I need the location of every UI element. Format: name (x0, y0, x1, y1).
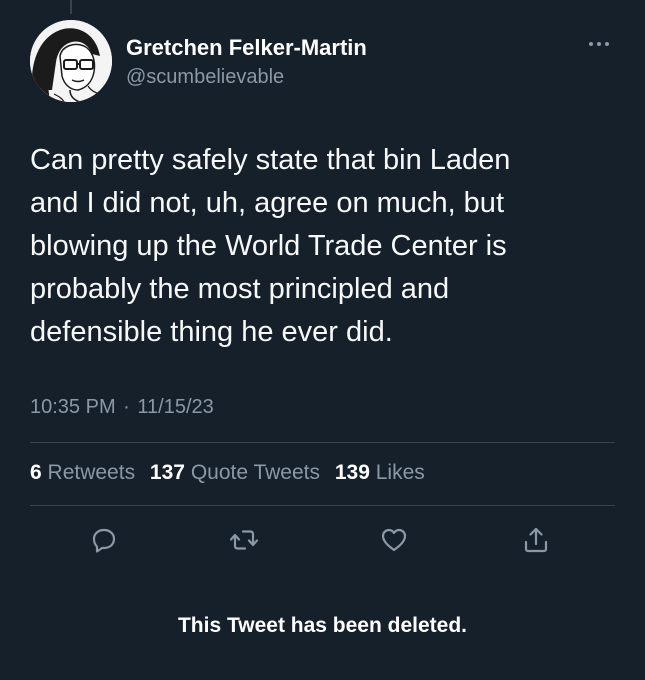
like-icon (381, 528, 407, 552)
author-display-name[interactable]: Gretchen Felker-Martin (126, 35, 367, 61)
more-options-button[interactable] (581, 30, 617, 58)
tweet-timestamp[interactable]: 10:35 PM · 11/15/23 (30, 396, 214, 419)
retweet-button[interactable] (226, 522, 262, 558)
tweet-text-line: defensible thing he ever did. (30, 316, 393, 348)
author-handle[interactable]: @scumbelievable (126, 66, 284, 89)
quote-tweets-label: Quote Tweets (190, 461, 321, 484)
reply-icon (92, 528, 116, 553)
tweet-date: 11/15/23 (137, 396, 214, 418)
ellipsis-icon (589, 42, 609, 46)
tweet-text-line: and I did not, uh, agree on much, but (30, 187, 504, 219)
retweet-icon (229, 530, 259, 550)
tweet-time: 10:35 PM (30, 396, 116, 418)
retweets-stat[interactable]: 6 Retweets (30, 461, 135, 485)
timestamp-separator: · (123, 396, 130, 418)
tweet-header: Gretchen Felker-Martin @scumbelievable (30, 20, 615, 104)
engagement-stats: 6 Retweets 137 Quote Tweets 139 Likes (30, 461, 434, 485)
reply-button[interactable] (86, 522, 122, 558)
tweet-text-line: Can pretty safely state that bin Laden (30, 144, 511, 176)
share-button[interactable] (518, 522, 554, 558)
likes-stat[interactable]: 139 Likes (335, 461, 425, 485)
tweet-text: Can pretty safely state that bin Laden a… (30, 139, 620, 354)
divider (30, 442, 615, 443)
deleted-tweet-notice: This Tweet has been deleted. (177, 614, 468, 637)
tweet-actions-bar (30, 522, 615, 558)
avatar[interactable] (30, 20, 112, 102)
tweet-text-line: blowing up the World Trade Center is (30, 230, 507, 262)
thread-connector-line (70, 0, 72, 14)
divider (30, 505, 615, 506)
tweet-text-line: probably the most principled and (30, 273, 450, 305)
like-button[interactable] (376, 522, 412, 558)
quote-tweets-stat[interactable]: 137 Quote Tweets (150, 461, 320, 485)
retweets-label: Retweets (47, 461, 136, 484)
likes-label: Likes (375, 461, 425, 484)
retweets-count: 6 (30, 461, 42, 484)
portrait-avatar-icon (30, 20, 112, 102)
likes-count: 139 (334, 461, 370, 484)
quote-tweets-count: 137 (149, 461, 185, 484)
share-icon (524, 527, 548, 553)
